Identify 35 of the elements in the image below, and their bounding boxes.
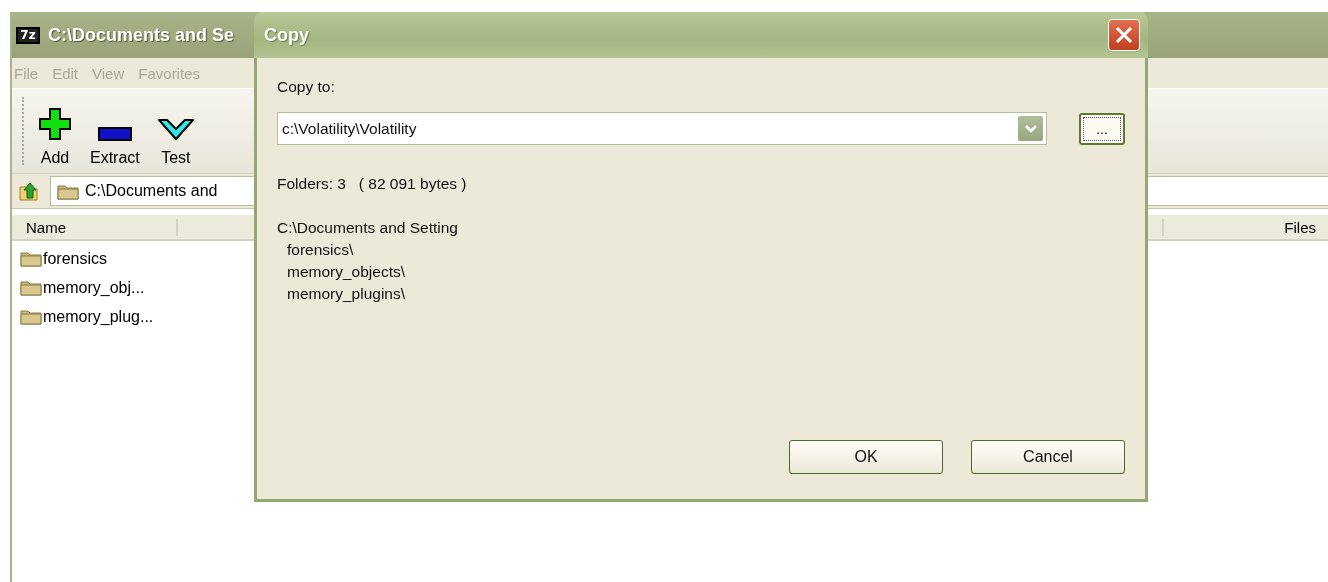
close-button[interactable] xyxy=(1108,19,1140,51)
dialog-title: Copy xyxy=(264,24,309,46)
source-folder: memory_objects\ xyxy=(286,262,406,282)
destination-combo-box[interactable]: c:\Volatility\Volatility xyxy=(277,112,1047,145)
destination-path: c:\Volatility\Volatility xyxy=(282,119,417,138)
folder-icon xyxy=(20,308,42,325)
minus-icon xyxy=(97,127,132,141)
app-logo: 7z xyxy=(16,26,40,44)
toolbar-button[interactable]: Add xyxy=(31,97,79,173)
folder-up-icon[interactable] xyxy=(18,180,40,202)
file-name[interactable]: forensics xyxy=(43,249,108,268)
source-folder: forensics\ xyxy=(286,240,355,260)
file-name[interactable]: memory_obj... xyxy=(43,278,145,297)
folder-icon xyxy=(20,279,42,296)
folder-icon xyxy=(20,250,42,267)
dialog-button[interactable]: OK xyxy=(789,440,943,474)
column-header[interactable]: Files xyxy=(1162,218,1328,236)
checkmark-icon xyxy=(157,119,194,141)
toolbar-button[interactable]: Test xyxy=(150,97,201,173)
source-folder: memory_plugins\ xyxy=(286,284,407,304)
window-title: C:\Documents and Se xyxy=(48,24,235,46)
dialog-button[interactable]: Cancel xyxy=(971,440,1125,474)
plus-icon xyxy=(38,107,72,141)
close-icon xyxy=(1115,26,1133,44)
file-name[interactable]: memory_plug... xyxy=(43,307,154,326)
dropdown-button[interactable] xyxy=(1018,116,1043,141)
copy-to-label: Copy to: xyxy=(277,78,336,97)
browse-button[interactable]: ... xyxy=(1079,112,1125,145)
address-text: C:\Documents and xyxy=(85,182,218,200)
chevron-down-icon xyxy=(1024,124,1037,133)
source-path: C:\Documents and Setting xyxy=(277,218,459,238)
toolbar-button[interactable]: Extract xyxy=(83,97,147,173)
column-header[interactable]: Name xyxy=(12,218,178,236)
folder-icon xyxy=(57,182,79,200)
folders-summary: Folders: 3 ( 82 091 bytes ) xyxy=(277,175,468,193)
